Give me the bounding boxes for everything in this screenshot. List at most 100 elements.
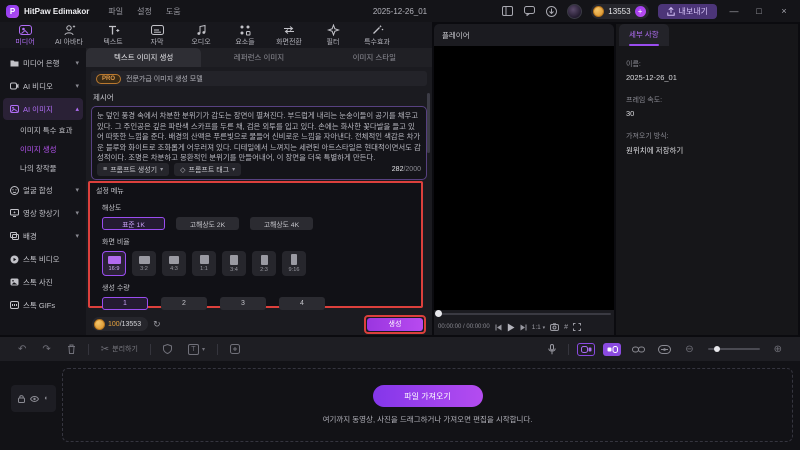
undo-icon[interactable]: ↶ <box>18 344 26 355</box>
ratio-2-3-chip[interactable]: 2:3 <box>252 251 276 276</box>
sidebar-item-face-swap[interactable]: 얼굴 합성 ▾ <box>3 179 83 201</box>
quantity-1-button[interactable]: 1 <box>102 297 148 310</box>
eye-icon[interactable] <box>30 395 40 402</box>
ratio-16-9-chip[interactable]: 16:9 <box>102 251 126 276</box>
next-frame-icon[interactable] <box>520 324 527 331</box>
lock-icon[interactable] <box>18 394 26 403</box>
sidebar-subitem-image-generation[interactable]: 이미지 생성 <box>0 140 86 159</box>
text-tool-button[interactable]: T ▾ <box>187 343 205 355</box>
refresh-icon[interactable]: ↻ <box>153 319 161 330</box>
ratio-9-16-chip[interactable]: 9:16 <box>282 251 306 276</box>
sidebar-item-stock-photo[interactable]: 스톡 사진 <box>3 271 83 293</box>
video-preview[interactable] <box>434 46 614 310</box>
ribbon-elements[interactable]: 요소들 <box>224 24 266 47</box>
ratio-4-3-chip[interactable]: 4:3 <box>162 251 186 276</box>
aspect-ratio-options: 16:9 3:2 4:3 1:1 3:4 2:3 9:16 <box>102 251 421 276</box>
generate-button[interactable]: 생성 <box>367 317 423 331</box>
details-panel: 세부 사항 이름: 2025-12-26_01 프레임 속도: 30 가져오기 … <box>616 24 798 335</box>
close-button[interactable]: × <box>776 6 792 16</box>
timeline-toolbar: ↶ ↷ ✂ 분리하기 T ▾ ⊖ ⊕ <box>0 337 800 361</box>
zoom-out-icon[interactable]: ⊖ <box>685 344 693 355</box>
ratio-3-4-chip[interactable]: 3:4 <box>222 251 246 276</box>
feedback-icon[interactable] <box>523 5 536 18</box>
split-button[interactable]: ✂ 분리하기 <box>101 344 138 355</box>
resolution-1k-button[interactable]: 표준 1K <box>102 217 165 230</box>
ribbon-media[interactable]: 미디어 <box>4 24 46 47</box>
ribbon-effects[interactable]: 특수효과 <box>356 24 398 47</box>
safe-area-icon[interactable]: # <box>564 324 568 331</box>
prompt-input[interactable]: 눈 덮인 풍경 속에서 차분한 분위기가 감도는 장면이 펼쳐진다. 부드럽게 … <box>91 106 427 180</box>
zoom-in-icon[interactable]: ⊕ <box>774 344 782 355</box>
maximize-button[interactable]: □ <box>751 6 767 16</box>
prompt-generator-button[interactable]: ≡ 프롬프트 생성기 ▾ <box>97 163 170 176</box>
layout-icon[interactable] <box>501 5 514 18</box>
sidebar-item-ai-video[interactable]: AI 비디오 ▾ <box>3 75 83 97</box>
ribbon-text[interactable]: 텍스트 <box>92 24 134 47</box>
add-credits-icon[interactable]: + <box>634 5 646 17</box>
playback-progress-bar[interactable] <box>437 313 611 315</box>
menu-help[interactable]: 도움 <box>166 6 181 17</box>
sidebar-item-background[interactable]: 배경 ▾ <box>3 225 83 247</box>
ribbon-transition[interactable]: 화면전환 <box>268 24 310 47</box>
tab-text-to-image[interactable]: 텍스트 이미지 생성 <box>86 48 202 67</box>
sidebar-item-video-enhancer[interactable]: 영상 향상기 ▾ <box>3 202 83 224</box>
minimize-button[interactable]: — <box>726 6 742 16</box>
keyframe-toggle[interactable] <box>655 343 673 356</box>
ribbon-audio[interactable]: 오디오 <box>180 24 222 47</box>
media-drop-zone[interactable]: 파일 가져오기 여기까지 동영상, 사진을 드래그하거나 가져오면 편집을 시작… <box>62 368 793 442</box>
user-avatar[interactable] <box>567 3 583 19</box>
add-marker-icon[interactable] <box>229 344 240 354</box>
playback-progress-handle[interactable] <box>435 310 442 317</box>
auto-ripple-toggle[interactable] <box>577 342 596 356</box>
sidebar-item-stock-gifs[interactable]: 스톡 GIFs <box>3 294 83 316</box>
timeline-zoom-slider[interactable] <box>707 346 760 352</box>
menu-settings[interactable]: 설정 <box>137 6 152 17</box>
magnetic-toggle[interactable] <box>603 342 622 356</box>
prompt-text[interactable]: 눈 덮인 풍경 속에서 차분한 분위기가 감도는 장면이 펼쳐진다. 부드럽게 … <box>97 111 421 161</box>
ratio-shape <box>199 255 209 264</box>
preview-zoom-select[interactable]: 1:1 ▾ <box>532 324 545 331</box>
delete-icon[interactable] <box>67 344 76 354</box>
tab-reference-image[interactable]: 레퍼런스 이미지 <box>201 48 316 67</box>
previous-frame-icon[interactable] <box>495 324 502 331</box>
upload-icon <box>666 6 675 16</box>
menu-file[interactable]: 파일 <box>108 6 123 17</box>
export-button[interactable]: 내보내기 <box>657 3 717 19</box>
chevron-down-icon: ▾ <box>75 210 79 217</box>
ribbon-filter[interactable]: 필터 <box>312 23 354 47</box>
ribbon-subtitle[interactable]: 자막 <box>136 24 178 47</box>
resolution-2k-button[interactable]: 고해상도 2K <box>176 217 239 230</box>
snapshot-icon[interactable] <box>550 323 560 331</box>
sidebar-subitem-image-effects[interactable]: 이미지 특수 효과 <box>0 121 86 140</box>
scrollbar-thumb[interactable] <box>427 93 430 153</box>
sidebar-item-media-bank[interactable]: 미디어 은행 ▾ <box>3 52 83 74</box>
download-icon[interactable] <box>545 5 558 18</box>
quantity-label: 생성 수량 <box>102 285 130 292</box>
sidebar-item-stock-video[interactable]: 스톡 비디오 <box>3 248 83 270</box>
microphone-icon[interactable] <box>548 343 556 355</box>
quantity-2-button[interactable]: 2 <box>161 297 207 310</box>
quantity-3-button[interactable]: 3 <box>220 297 266 310</box>
tab-details[interactable]: 세부 사항 <box>619 24 669 46</box>
link-clips-toggle[interactable] <box>629 343 647 356</box>
time-display: 00:00:00 / 00:00:00 <box>438 324 490 330</box>
play-icon[interactable] <box>507 323 515 332</box>
sidebar: 미디어 은행 ▾ AI 비디오 ▾ AI 이미지 ▴ 이미지 특수 효과 이미지… <box>0 48 86 335</box>
contrast-icon[interactable]: ◐ <box>44 395 48 402</box>
credits-badge[interactable]: 13553 + <box>591 3 649 19</box>
sidebar-item-ai-image[interactable]: AI 이미지 ▴ <box>3 98 83 120</box>
ribbon-ai-avatar[interactable]: AI 아바타 <box>48 24 90 47</box>
titlebar: P HitPaw Edimakor 파일 설정 도움 2025-12-26_01… <box>0 0 800 22</box>
redo-icon[interactable]: ↷ <box>42 344 50 355</box>
resolution-4k-button[interactable]: 고해상도 4K <box>250 217 313 230</box>
quantity-4-button[interactable]: 4 <box>279 297 325 310</box>
mask-icon[interactable] <box>162 344 172 354</box>
ratio-3-2-chip[interactable]: 3:2 <box>132 251 156 276</box>
fullscreen-icon[interactable] <box>573 323 581 331</box>
prompt-tag-button[interactable]: ◇ 프롬프트 태그 ▾ <box>174 163 242 176</box>
import-file-button[interactable]: 파일 가져오기 <box>372 385 483 407</box>
slider-handle[interactable] <box>713 346 720 352</box>
ratio-1-1-chip[interactable]: 1:1 <box>192 251 216 276</box>
sidebar-subitem-my-creations[interactable]: 나의 창작물 <box>0 159 86 178</box>
tab-image-style[interactable]: 이미지 스타일 <box>317 48 432 67</box>
